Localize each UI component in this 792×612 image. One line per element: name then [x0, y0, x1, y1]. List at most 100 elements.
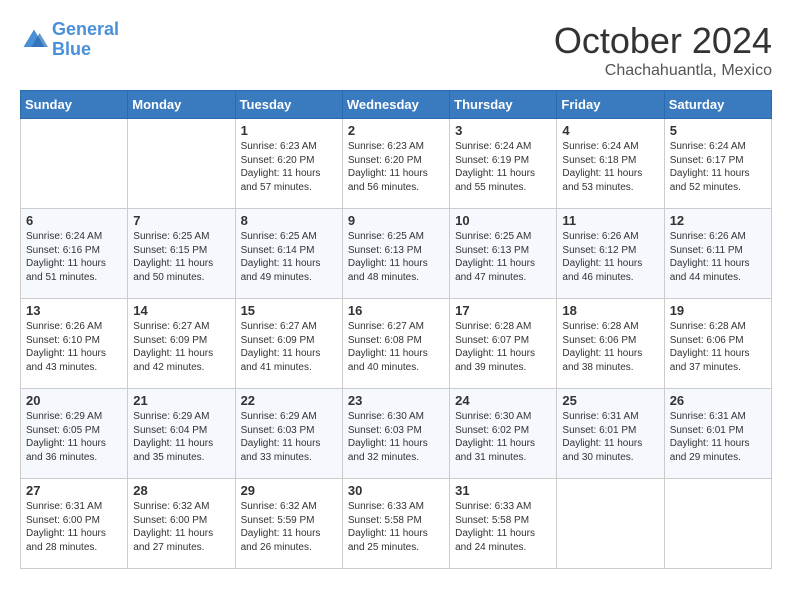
- cell-content: Sunrise: 6:25 AM Sunset: 6:14 PM Dayligh…: [241, 230, 337, 284]
- cell-content: Sunrise: 6:31 AM Sunset: 6:01 PM Dayligh…: [670, 410, 766, 464]
- month-title: October 2024: [554, 20, 772, 62]
- calendar-day-header: Friday: [557, 91, 664, 119]
- title-block: October 2024 Chachahuantla, Mexico: [554, 20, 772, 80]
- cell-content: Sunrise: 6:29 AM Sunset: 6:03 PM Dayligh…: [241, 410, 337, 464]
- day-number: 20: [26, 393, 122, 408]
- cell-content: Sunrise: 6:27 AM Sunset: 6:09 PM Dayligh…: [241, 320, 337, 374]
- calendar-cell: 5 Sunrise: 6:24 AM Sunset: 6:17 PM Daylig…: [664, 119, 771, 209]
- cell-content: Sunrise: 6:32 AM Sunset: 5:59 PM Dayligh…: [241, 500, 337, 554]
- cell-content: Sunrise: 6:24 AM Sunset: 6:19 PM Dayligh…: [455, 140, 551, 194]
- calendar-cell: 8 Sunrise: 6:25 AM Sunset: 6:14 PM Daylig…: [235, 209, 342, 299]
- day-number: 8: [241, 213, 337, 228]
- calendar-week-row: 27Sunrise: 6:31 AM Sunset: 6:00 PM Dayli…: [21, 479, 772, 569]
- cell-content: Sunrise: 6:31 AM Sunset: 6:01 PM Dayligh…: [562, 410, 658, 464]
- calendar-cell: 19 Sunrise: 6:28 AM Sunset: 6:06 PM Dayli…: [664, 299, 771, 389]
- day-number: 19: [670, 303, 766, 318]
- day-number: 17: [455, 303, 551, 318]
- calendar-day-header: Wednesday: [342, 91, 449, 119]
- cell-content: Sunrise: 6:28 AM Sunset: 6:06 PM Dayligh…: [562, 320, 658, 374]
- calendar-cell: 15Sunrise: 6:27 AM Sunset: 6:09 PM Dayli…: [235, 299, 342, 389]
- calendar-cell: 6 Sunrise: 6:24 AM Sunset: 6:16 PM Daylig…: [21, 209, 128, 299]
- calendar-cell: 4Sunrise: 6:24 AM Sunset: 6:18 PM Daylig…: [557, 119, 664, 209]
- day-number: 6: [26, 213, 122, 228]
- calendar-cell: 12Sunrise: 6:26 AM Sunset: 6:11 PM Dayli…: [664, 209, 771, 299]
- calendar-cell: 24 Sunrise: 6:30 AM Sunset: 6:02 PM Dayli…: [450, 389, 557, 479]
- calendar-day-header: Monday: [128, 91, 235, 119]
- calendar-cell: [664, 479, 771, 569]
- cell-content: Sunrise: 6:24 AM Sunset: 6:18 PM Dayligh…: [562, 140, 658, 194]
- calendar-cell: 7Sunrise: 6:25 AM Sunset: 6:15 PM Daylig…: [128, 209, 235, 299]
- calendar-cell: 10Sunrise: 6:25 AM Sunset: 6:13 PM Dayli…: [450, 209, 557, 299]
- day-number: 24: [455, 393, 551, 408]
- cell-content: Sunrise: 6:23 AM Sunset: 6:20 PM Dayligh…: [348, 140, 444, 194]
- calendar-day-header: Saturday: [664, 91, 771, 119]
- calendar-cell: 25 Sunrise: 6:31 AM Sunset: 6:01 PM Dayli…: [557, 389, 664, 479]
- cell-content: Sunrise: 6:27 AM Sunset: 6:08 PM Dayligh…: [348, 320, 444, 374]
- cell-content: Sunrise: 6:26 AM Sunset: 6:11 PM Dayligh…: [670, 230, 766, 284]
- calendar-table: SundayMondayTuesdayWednesdayThursdayFrid…: [20, 90, 772, 569]
- calendar-week-row: 20 Sunrise: 6:29 AM Sunset: 6:05 PM Dayli…: [21, 389, 772, 479]
- day-number: 7: [133, 213, 229, 228]
- calendar-week-row: 6 Sunrise: 6:24 AM Sunset: 6:16 PM Daylig…: [21, 209, 772, 299]
- day-number: 28: [133, 483, 229, 498]
- day-number: 2: [348, 123, 444, 138]
- day-number: 5: [670, 123, 766, 138]
- cell-content: Sunrise: 6:33 AM Sunset: 5:58 PM Dayligh…: [348, 500, 444, 554]
- cell-content: Sunrise: 6:29 AM Sunset: 6:05 PM Dayligh…: [26, 410, 122, 464]
- calendar-body: 1 Sunrise: 6:23 AM Sunset: 6:20 PM Daylig…: [21, 119, 772, 569]
- calendar-cell: 17 Sunrise: 6:28 AM Sunset: 6:07 PM Dayli…: [450, 299, 557, 389]
- day-number: 3: [455, 123, 551, 138]
- day-number: 18: [562, 303, 658, 318]
- cell-content: Sunrise: 6:24 AM Sunset: 6:16 PM Dayligh…: [26, 230, 122, 284]
- calendar-day-header: Thursday: [450, 91, 557, 119]
- day-number: 25: [562, 393, 658, 408]
- logo-icon: [20, 26, 48, 54]
- location-title: Chachahuantla, Mexico: [554, 62, 772, 80]
- logo: General Blue: [20, 20, 119, 60]
- day-number: 26: [670, 393, 766, 408]
- calendar-cell: 9 Sunrise: 6:25 AM Sunset: 6:13 PM Daylig…: [342, 209, 449, 299]
- cell-content: Sunrise: 6:30 AM Sunset: 6:03 PM Dayligh…: [348, 410, 444, 464]
- cell-content: Sunrise: 6:30 AM Sunset: 6:02 PM Dayligh…: [455, 410, 551, 464]
- calendar-day-header: Tuesday: [235, 91, 342, 119]
- calendar-cell: 14 Sunrise: 6:27 AM Sunset: 6:09 PM Dayli…: [128, 299, 235, 389]
- cell-content: Sunrise: 6:27 AM Sunset: 6:09 PM Dayligh…: [133, 320, 229, 374]
- day-number: 22: [241, 393, 337, 408]
- cell-content: Sunrise: 6:25 AM Sunset: 6:13 PM Dayligh…: [348, 230, 444, 284]
- calendar-cell: 1Sunrise: 6:23 AM Sunset: 6:20 PM Daylig…: [235, 119, 342, 209]
- day-number: 9: [348, 213, 444, 228]
- calendar-cell: 30Sunrise: 6:33 AM Sunset: 5:58 PM Dayli…: [342, 479, 449, 569]
- page-header: General Blue October 2024 Chachahuantla,…: [20, 20, 772, 80]
- calendar-cell: 18 Sunrise: 6:28 AM Sunset: 6:06 PM Dayli…: [557, 299, 664, 389]
- cell-content: Sunrise: 6:32 AM Sunset: 6:00 PM Dayligh…: [133, 500, 229, 554]
- calendar-cell: 22 Sunrise: 6:29 AM Sunset: 6:03 PM Dayli…: [235, 389, 342, 479]
- calendar-cell: [557, 479, 664, 569]
- calendar-day-header: Sunday: [21, 91, 128, 119]
- cell-content: Sunrise: 6:31 AM Sunset: 6:00 PM Dayligh…: [26, 500, 122, 554]
- calendar-cell: 29 Sunrise: 6:32 AM Sunset: 5:59 PM Dayli…: [235, 479, 342, 569]
- calendar-week-row: 13Sunrise: 6:26 AM Sunset: 6:10 PM Dayli…: [21, 299, 772, 389]
- calendar-cell: [128, 119, 235, 209]
- day-number: 29: [241, 483, 337, 498]
- calendar-week-row: 1 Sunrise: 6:23 AM Sunset: 6:20 PM Daylig…: [21, 119, 772, 209]
- calendar-cell: 2 Sunrise: 6:23 AM Sunset: 6:20 PM Daylig…: [342, 119, 449, 209]
- cell-content: Sunrise: 6:28 AM Sunset: 6:07 PM Dayligh…: [455, 320, 551, 374]
- calendar-cell: 21Sunrise: 6:29 AM Sunset: 6:04 PM Dayli…: [128, 389, 235, 479]
- calendar-cell: 16Sunrise: 6:27 AM Sunset: 6:08 PM Dayli…: [342, 299, 449, 389]
- cell-content: Sunrise: 6:29 AM Sunset: 6:04 PM Dayligh…: [133, 410, 229, 464]
- cell-content: Sunrise: 6:25 AM Sunset: 6:13 PM Dayligh…: [455, 230, 551, 284]
- calendar-header-row: SundayMondayTuesdayWednesdayThursdayFrid…: [21, 91, 772, 119]
- day-number: 14: [133, 303, 229, 318]
- day-number: 31: [455, 483, 551, 498]
- calendar-cell: 26 Sunrise: 6:31 AM Sunset: 6:01 PM Dayli…: [664, 389, 771, 479]
- day-number: 1: [241, 123, 337, 138]
- calendar-cell: [21, 119, 128, 209]
- day-number: 23: [348, 393, 444, 408]
- cell-content: Sunrise: 6:33 AM Sunset: 5:58 PM Dayligh…: [455, 500, 551, 554]
- calendar-cell: 31 Sunrise: 6:33 AM Sunset: 5:58 PM Dayli…: [450, 479, 557, 569]
- calendar-cell: 20 Sunrise: 6:29 AM Sunset: 6:05 PM Dayli…: [21, 389, 128, 479]
- cell-content: Sunrise: 6:26 AM Sunset: 6:10 PM Dayligh…: [26, 320, 122, 374]
- calendar-cell: 11Sunrise: 6:26 AM Sunset: 6:12 PM Dayli…: [557, 209, 664, 299]
- cell-content: Sunrise: 6:24 AM Sunset: 6:17 PM Dayligh…: [670, 140, 766, 194]
- cell-content: Sunrise: 6:28 AM Sunset: 6:06 PM Dayligh…: [670, 320, 766, 374]
